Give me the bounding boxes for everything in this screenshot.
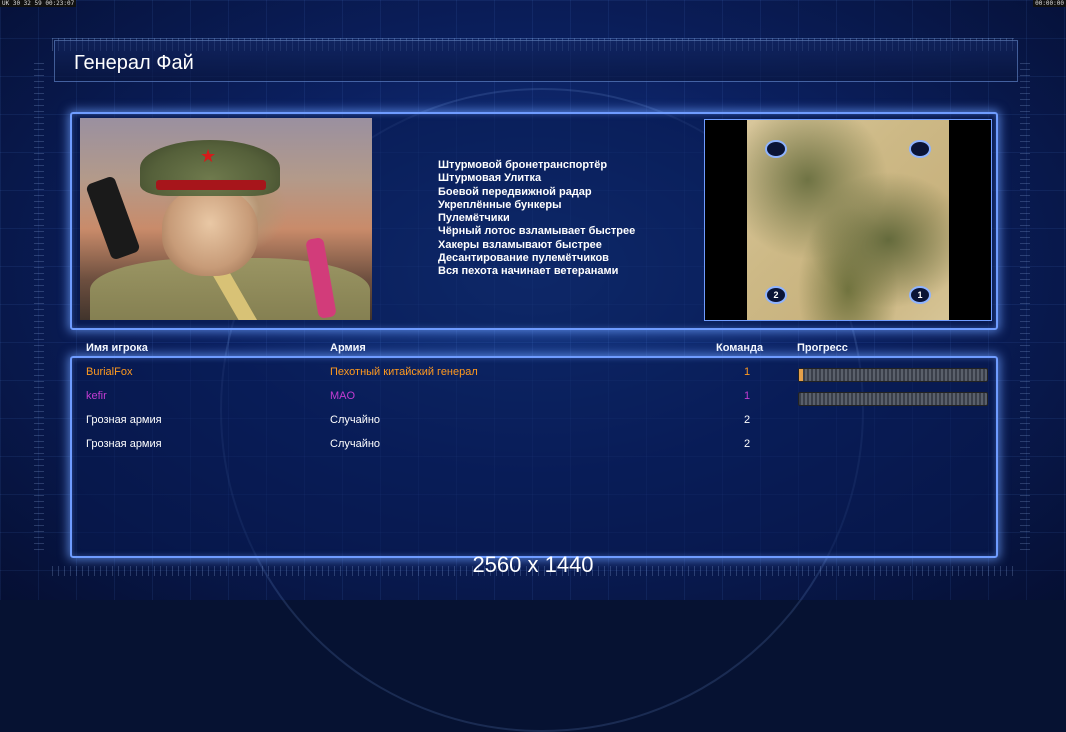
feature-item: Чёрный лотос взламывает быстрее [438, 225, 636, 238]
column-header-player: Имя игрока [86, 342, 148, 354]
spawn-marker-2[interactable]: 2 [765, 286, 787, 304]
general-portrait: ★ [80, 118, 372, 320]
title-bar [54, 40, 1018, 82]
player-row[interactable]: kefir MAO 1 [0, 390, 1066, 406]
ruler-right [1020, 60, 1030, 550]
player-row[interactable]: Грозная армия Случайно 2 [0, 438, 1066, 454]
resolution-label: 2560 x 1440 [472, 552, 594, 577]
spawn-marker-1[interactable]: 1 [909, 286, 931, 304]
feature-item: Десантирование пулемётчиков [438, 252, 609, 265]
portrait-cap-band [156, 180, 266, 190]
star-icon: ★ [200, 146, 217, 166]
player-row[interactable]: Грозная армия Случайно 2 [0, 414, 1066, 430]
hud-stats-left: UK 30 32 59 00:23:07 [0, 0, 77, 7]
player-army: Пехотный китайский генерал [330, 366, 478, 378]
players-panel [70, 356, 998, 558]
page-title: Генерал Фай [74, 52, 194, 74]
feature-item: Укреплённые бункеры [438, 198, 562, 211]
hud-clock-right: 00:00:00 [1033, 0, 1066, 7]
feature-item: Вся пехота начинает ветеранами [438, 265, 619, 278]
portrait-face [162, 188, 258, 276]
ruler-left [34, 60, 44, 550]
player-name: Грозная армия [86, 438, 162, 450]
column-header-army: Армия [330, 342, 366, 354]
player-team: 1 [744, 390, 751, 402]
general-features-list: Штурмовой бронетранспортёр Штурмовая Ули… [438, 159, 635, 279]
player-army: Случайно [330, 414, 381, 426]
player-name: Грозная армия [86, 414, 162, 426]
load-progress-fill [799, 369, 803, 381]
feature-item: Боевой передвижной радар [438, 185, 592, 198]
load-progress-bar [798, 368, 988, 382]
feature-item: Пулемётчики [438, 212, 510, 225]
player-team: 2 [744, 414, 751, 426]
map-preview[interactable]: 2 1 [704, 119, 992, 321]
feature-item: Хакеры взламывают быстрее [438, 238, 602, 251]
load-progress-bar [798, 392, 988, 406]
player-army: MAO [330, 390, 356, 402]
spawn-marker-empty[interactable] [765, 140, 787, 158]
column-header-team: Команда [716, 342, 764, 354]
player-name: kefir [86, 390, 107, 402]
player-name: BurialFox [86, 366, 133, 378]
player-team: 2 [744, 438, 751, 450]
feature-item: Штурмовая Улитка [438, 172, 542, 185]
player-team: 1 [744, 366, 751, 378]
spawn-marker-empty[interactable] [909, 140, 931, 158]
player-army: Случайно [330, 438, 381, 450]
feature-item: Штурмовой бронетранспортёр [438, 159, 608, 171]
player-row[interactable]: BurialFox Пехотный китайский генерал 1 [0, 366, 1066, 382]
column-header-progress: Прогресс [797, 342, 848, 354]
pistol-icon [85, 175, 141, 261]
